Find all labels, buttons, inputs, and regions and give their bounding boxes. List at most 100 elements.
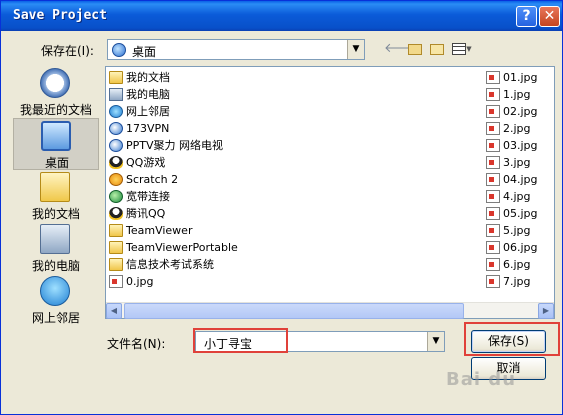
list-item-label: 01.jpg xyxy=(503,71,538,84)
chevron-down-icon[interactable]: ▼ xyxy=(347,40,364,59)
save-project-dialog: Save Project ? ✕ 保存在(I): 桌面 ▼ 🡐 ▼ 我最近的文档… xyxy=(0,0,563,415)
list-item-label: 腾讯QQ xyxy=(126,207,166,220)
jpg-icon xyxy=(486,258,500,271)
filename-highlight-box xyxy=(193,328,288,353)
list-item-label: 04.jpg xyxy=(503,173,538,186)
list-item[interactable]: 5.jpg xyxy=(486,222,551,239)
globe-icon xyxy=(109,190,123,203)
my-computer-icon xyxy=(40,224,70,254)
list-item-label: QQ游戏 xyxy=(126,156,166,169)
lookin-label: 保存在(I): xyxy=(41,44,94,58)
list-item[interactable]: TeamViewer xyxy=(109,222,309,239)
qq-icon xyxy=(109,207,123,220)
list-item[interactable]: 1.jpg xyxy=(486,86,551,103)
lookin-value: 桌面 xyxy=(132,45,157,59)
list-item[interactable]: 173VPN xyxy=(109,120,309,137)
network-icon xyxy=(109,105,123,118)
list-item[interactable]: TeamViewerPortable xyxy=(109,239,309,256)
list-item[interactable]: 05.jpg xyxy=(486,205,551,222)
list-item-label: 7.jpg xyxy=(503,275,531,288)
scroll-left-icon[interactable]: ◀ xyxy=(106,303,122,319)
title-bar[interactable]: Save Project ? ✕ xyxy=(1,1,562,31)
list-item-label: TeamViewer xyxy=(126,224,193,237)
app-icon xyxy=(109,122,123,135)
place-recent[interactable]: 我最近的文档 xyxy=(13,66,99,118)
desktop-icon xyxy=(112,43,126,57)
jpg-icon xyxy=(486,105,500,118)
jpg-icon xyxy=(486,139,500,152)
my-documents-icon xyxy=(40,172,70,202)
list-item[interactable]: 宽带连接 xyxy=(109,188,309,205)
list-item[interactable]: 4.jpg xyxy=(486,188,551,205)
folder-icon xyxy=(109,258,123,271)
computer-icon xyxy=(109,88,123,101)
list-item[interactable]: PPTV聚力 网络电视 xyxy=(109,137,309,154)
list-item[interactable]: 3.jpg xyxy=(486,154,551,171)
jpg-icon xyxy=(486,71,500,84)
list-item[interactable]: 我的文档 xyxy=(109,69,309,86)
back-arrow-icon[interactable]: 🡐 xyxy=(384,41,419,57)
horizontal-scrollbar[interactable]: ◀ ▶ xyxy=(106,302,554,319)
list-item-label: 网上邻居 xyxy=(126,105,170,118)
list-item-label: 2.jpg xyxy=(503,122,531,135)
jpg-icon xyxy=(486,190,500,203)
list-item[interactable]: 04.jpg xyxy=(486,171,551,188)
place-label: 桌面 xyxy=(44,156,69,170)
list-item-label: 宽带连接 xyxy=(126,190,170,203)
list-item[interactable]: QQ游戏 xyxy=(109,154,309,171)
list-item-label: Scratch 2 xyxy=(126,173,179,186)
list-item[interactable]: 信息技术考试系统 xyxy=(109,256,309,273)
scrollbar-thumb[interactable] xyxy=(124,303,464,319)
place-label: 我的文档 xyxy=(31,207,80,221)
desktop-icon xyxy=(41,121,71,151)
folder-icon xyxy=(109,241,123,254)
jpg-icon xyxy=(486,156,500,169)
list-item-label: 03.jpg xyxy=(503,139,538,152)
list-item-label: PPTV聚力 网络电视 xyxy=(126,139,224,152)
chevron-down-icon[interactable]: ▼ xyxy=(427,332,444,351)
list-item[interactable]: 2.jpg xyxy=(486,120,551,137)
place-desktop[interactable]: 桌面 xyxy=(13,118,99,170)
place-my-documents[interactable]: 我的文档 xyxy=(13,170,99,222)
filename-label: 文件名(N): xyxy=(107,337,166,351)
list-item[interactable]: 0.jpg xyxy=(109,273,309,290)
scroll-right-icon[interactable]: ▶ xyxy=(538,303,554,319)
list-item[interactable]: 03.jpg xyxy=(486,137,551,154)
list-item[interactable]: 网上邻居 xyxy=(109,103,309,120)
up-folder-icon[interactable] xyxy=(406,41,424,57)
folder-icon xyxy=(109,224,123,237)
places-bar: 我最近的文档 桌面 我的文档 我的电脑 网上邻居 xyxy=(13,66,99,326)
list-item-label: 我的文档 xyxy=(126,71,170,84)
save-highlight-box xyxy=(464,322,560,356)
app-icon xyxy=(109,139,123,152)
list-item[interactable]: 6.jpg xyxy=(486,256,551,273)
jpg-icon xyxy=(486,88,500,101)
list-item[interactable]: Scratch 2 xyxy=(109,171,309,188)
list-item-label: 3.jpg xyxy=(503,156,531,169)
network-places-icon xyxy=(40,276,70,306)
file-list[interactable]: 我的文档 我的电脑 网上邻居 173VPN PPTV聚力 网络电视 QQ游戏 S… xyxy=(105,66,555,319)
lookin-dropdown[interactable]: 桌面 ▼ xyxy=(107,39,365,60)
list-item-label: 173VPN xyxy=(126,122,170,135)
new-folder-icon[interactable] xyxy=(428,41,446,57)
list-item[interactable]: 02.jpg xyxy=(486,103,551,120)
list-item-label: 0.jpg xyxy=(126,275,154,288)
list-item[interactable]: 7.jpg xyxy=(486,273,551,290)
views-menu-icon[interactable]: ▼ xyxy=(450,41,474,57)
list-item-label: 6.jpg xyxy=(503,258,531,271)
list-item[interactable]: 06.jpg xyxy=(486,239,551,256)
qq-icon xyxy=(109,156,123,169)
list-item[interactable]: 腾讯QQ xyxy=(109,205,309,222)
list-item-label: 06.jpg xyxy=(503,241,538,254)
jpg-icon xyxy=(109,275,123,288)
list-item[interactable]: 01.jpg xyxy=(486,69,551,86)
close-button[interactable]: ✕ xyxy=(539,6,560,27)
place-network[interactable]: 网上邻居 xyxy=(13,274,99,326)
list-item-label: 信息技术考试系统 xyxy=(126,258,214,271)
help-button[interactable]: ? xyxy=(516,6,537,27)
list-item[interactable]: 我的电脑 xyxy=(109,86,309,103)
list-item-label: 05.jpg xyxy=(503,207,538,220)
place-my-computer[interactable]: 我的电脑 xyxy=(13,222,99,274)
file-column-right: 01.jpg 1.jpg 02.jpg 2.jpg 03.jpg 3.jpg 0… xyxy=(486,69,551,290)
recent-documents-icon xyxy=(40,68,70,98)
